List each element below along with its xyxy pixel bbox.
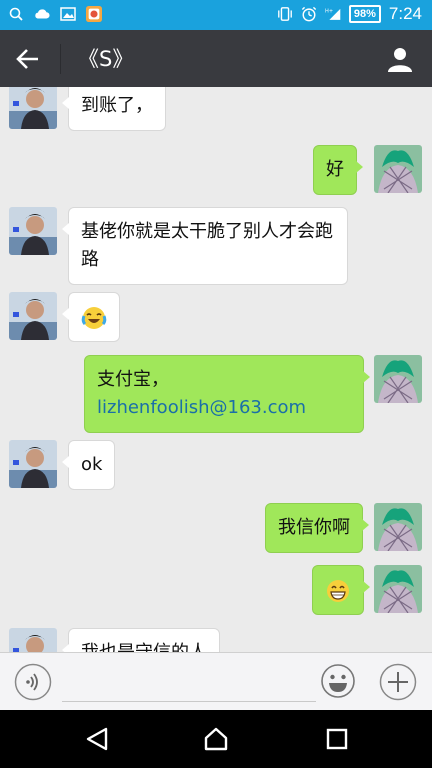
battery-indicator: 98%: [348, 5, 381, 23]
message-bubble[interactable]: [312, 565, 370, 615]
my-avatar[interactable]: [374, 565, 422, 613]
chat-header: 《S》: [0, 30, 432, 87]
contact-avatar[interactable]: [9, 207, 57, 255]
message-text: 好: [326, 159, 344, 180]
message-text: 基佬你就是太干脆了别人才会跑路: [81, 221, 333, 270]
message-input[interactable]: [62, 665, 316, 702]
message-text: 我信你啊: [278, 517, 350, 538]
signal-icon: H+: [325, 6, 341, 22]
notification-icons: [8, 6, 102, 22]
my-avatar[interactable]: [374, 145, 422, 193]
emoji-icon[interactable]: [320, 663, 356, 699]
tears-of-joy-emoji-icon: [81, 305, 107, 331]
message-list[interactable]: 到账了， 好 基佬你就是太干脆了别人才会跑路 支付宝， lizhenfoolis…: [0, 87, 432, 652]
message-text: 我也是守信的人: [81, 642, 207, 652]
contact-avatar[interactable]: [9, 292, 57, 340]
message-bubble[interactable]: 到账了，: [62, 87, 166, 131]
grinning-emoji-icon: [325, 578, 351, 604]
message-bubble[interactable]: 我信你啊: [265, 503, 369, 553]
header-divider: [60, 44, 61, 74]
message-bubble[interactable]: 我也是守信的人: [62, 628, 220, 652]
nav-recents-icon[interactable]: [324, 726, 350, 752]
voice-input-icon[interactable]: [14, 663, 52, 701]
contact-avatar[interactable]: [9, 628, 57, 652]
message-bubble[interactable]: 好: [313, 145, 363, 195]
back-arrow-icon[interactable]: [14, 45, 42, 73]
plus-icon[interactable]: [379, 663, 417, 701]
contact-avatar[interactable]: [9, 87, 57, 129]
email-link[interactable]: lizhenfoolish@163.com: [97, 394, 351, 422]
message-text: 到账了，: [81, 95, 153, 116]
search-icon: [8, 6, 24, 22]
vibrate-icon: [277, 6, 293, 22]
message-text: ok: [81, 454, 103, 475]
status-bar: H+ 98% 7:24: [0, 0, 432, 30]
cloud-icon: [34, 6, 50, 22]
alarm-icon: [301, 6, 317, 22]
contact-avatar[interactable]: [9, 440, 57, 488]
system-navigation-bar: [0, 710, 432, 768]
system-icons: H+ 98% 7:24: [277, 4, 422, 24]
message-bubble[interactable]: 支付宝， lizhenfoolish@163.com: [84, 355, 370, 433]
message-text: 支付宝，: [97, 369, 169, 390]
message-bubble[interactable]: 基佬你就是太干脆了别人才会跑路: [62, 207, 348, 285]
contact-info-icon[interactable]: [386, 45, 414, 73]
my-avatar[interactable]: [374, 355, 422, 403]
input-bar: [0, 652, 432, 711]
nav-back-icon[interactable]: [84, 726, 110, 752]
message-bubble[interactable]: ok: [61, 440, 116, 490]
my-avatar[interactable]: [374, 503, 422, 551]
chat-title: 《S》: [78, 47, 134, 71]
message-bubble[interactable]: [62, 292, 120, 342]
status-time: 7:24: [388, 4, 422, 23]
nav-home-icon[interactable]: [203, 726, 229, 752]
image-icon: [60, 6, 76, 22]
app-notification-icon: [86, 6, 102, 22]
svg-text:H+: H+: [325, 9, 333, 15]
